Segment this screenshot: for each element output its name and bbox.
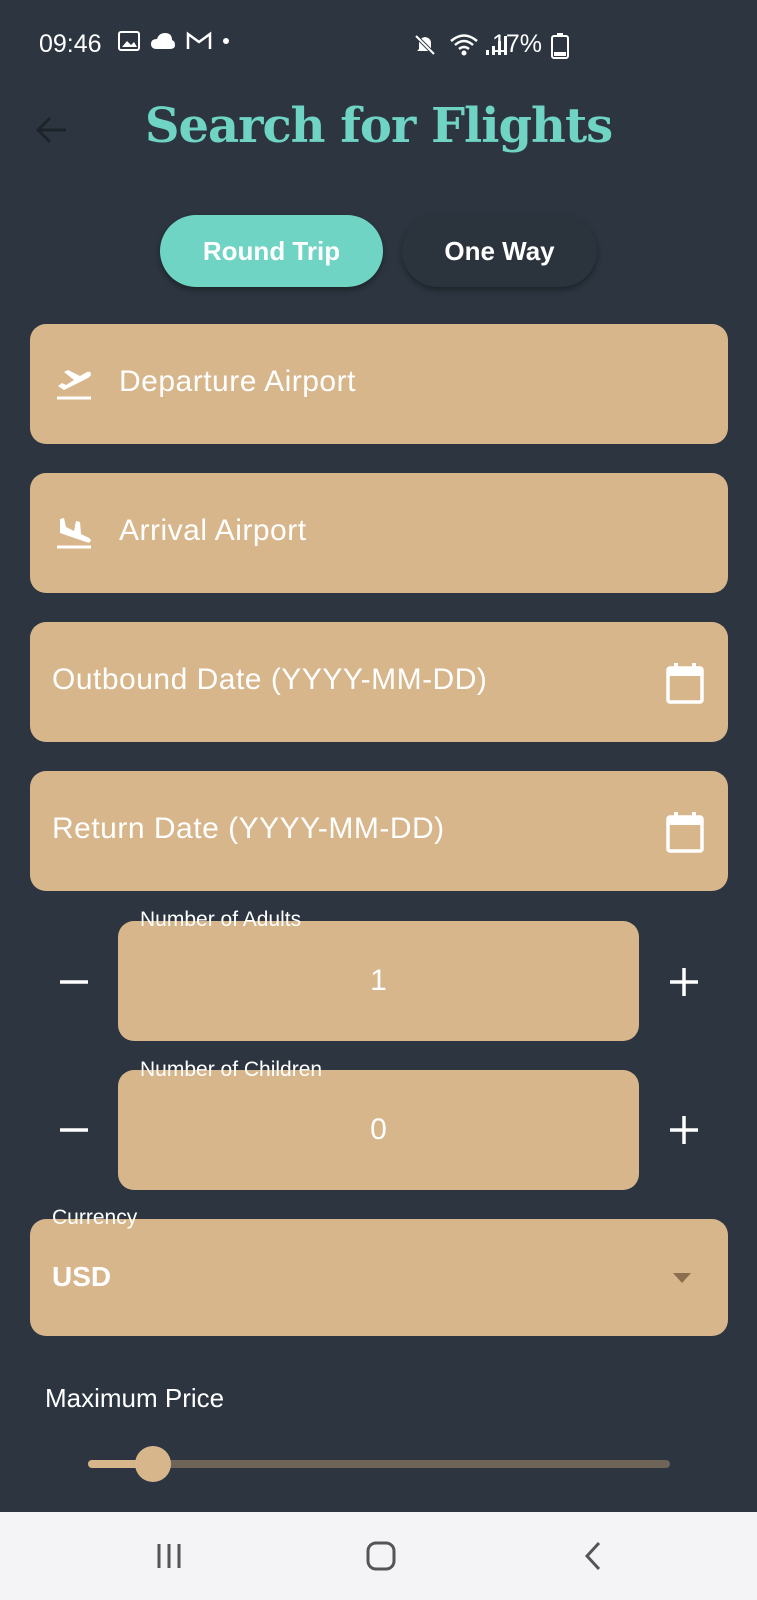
page-title: Search for Flights (144, 98, 613, 154)
adults-count-value: 1 (370, 964, 387, 997)
cloud-icon (151, 33, 175, 49)
arrival-airport-placeholder: Arrival Airport (119, 514, 307, 547)
max-price-label: Maximum Price (45, 1383, 225, 1413)
children-count-value: 0 (370, 1113, 387, 1146)
plus-icon (670, 1116, 698, 1144)
price-slider-track[interactable] (88, 1460, 670, 1468)
recent-apps-button[interactable] (154, 1542, 184, 1575)
flight-takeoff-icon (54, 364, 94, 404)
wifi-icon (449, 33, 479, 62)
home-icon (366, 1541, 396, 1571)
arrival-airport-field[interactable]: Arrival Airport (30, 473, 728, 593)
calendar-icon[interactable] (666, 811, 704, 853)
system-navigation-bar (0, 1512, 757, 1600)
battery-percentage: 17% (491, 30, 542, 58)
calendar-icon[interactable] (666, 662, 704, 704)
plus-icon (670, 968, 698, 996)
status-time: 09:46 (39, 30, 102, 58)
outbound-date-field[interactable]: Outbound Date (YYYY-MM-DD) (30, 622, 728, 742)
gmail-icon (186, 31, 212, 49)
currency-dropdown[interactable]: USD (30, 1219, 728, 1336)
increment-adults-button[interactable] (664, 962, 704, 1002)
children-count-field[interactable]: 0 (118, 1070, 639, 1190)
adults-label: Number of Adults (140, 908, 302, 931)
dropdown-arrow-icon (672, 1271, 692, 1289)
return-date-field[interactable]: Return Date (YYYY-MM-DD) (30, 771, 728, 891)
minus-icon (60, 1128, 88, 1132)
departure-airport-field[interactable]: Departure Airport (30, 324, 728, 444)
price-slider-thumb[interactable] (135, 1446, 172, 1482)
currency-label: Currency (52, 1206, 138, 1229)
battery-icon (551, 33, 569, 64)
round-trip-toggle[interactable]: Round Trip (160, 215, 383, 287)
home-button[interactable] (366, 1541, 396, 1576)
dot-icon (223, 38, 229, 44)
chevron-left-icon (584, 1541, 601, 1571)
currency-selected-value: USD (52, 1261, 112, 1292)
one-way-toggle[interactable]: One Way (402, 215, 597, 287)
increment-children-button[interactable] (664, 1110, 704, 1150)
status-notification-icons (118, 31, 230, 51)
return-date-placeholder: Return Date (YYYY-MM-DD) (52, 812, 445, 845)
outbound-date-placeholder: Outbound Date (YYYY-MM-DD) (52, 663, 488, 696)
image-icon (118, 31, 140, 51)
mute-icon (413, 33, 437, 62)
departure-airport-placeholder: Departure Airport (119, 365, 356, 398)
back-nav-button[interactable] (582, 1540, 604, 1577)
recent-apps-icon (157, 1544, 181, 1568)
decrement-adults-button[interactable] (54, 962, 94, 1002)
children-label: Number of Children (140, 1058, 323, 1081)
minus-icon (60, 980, 88, 984)
flight-land-icon (54, 513, 94, 553)
adults-count-field[interactable]: 1 (118, 921, 639, 1041)
decrement-children-button[interactable] (54, 1110, 94, 1150)
